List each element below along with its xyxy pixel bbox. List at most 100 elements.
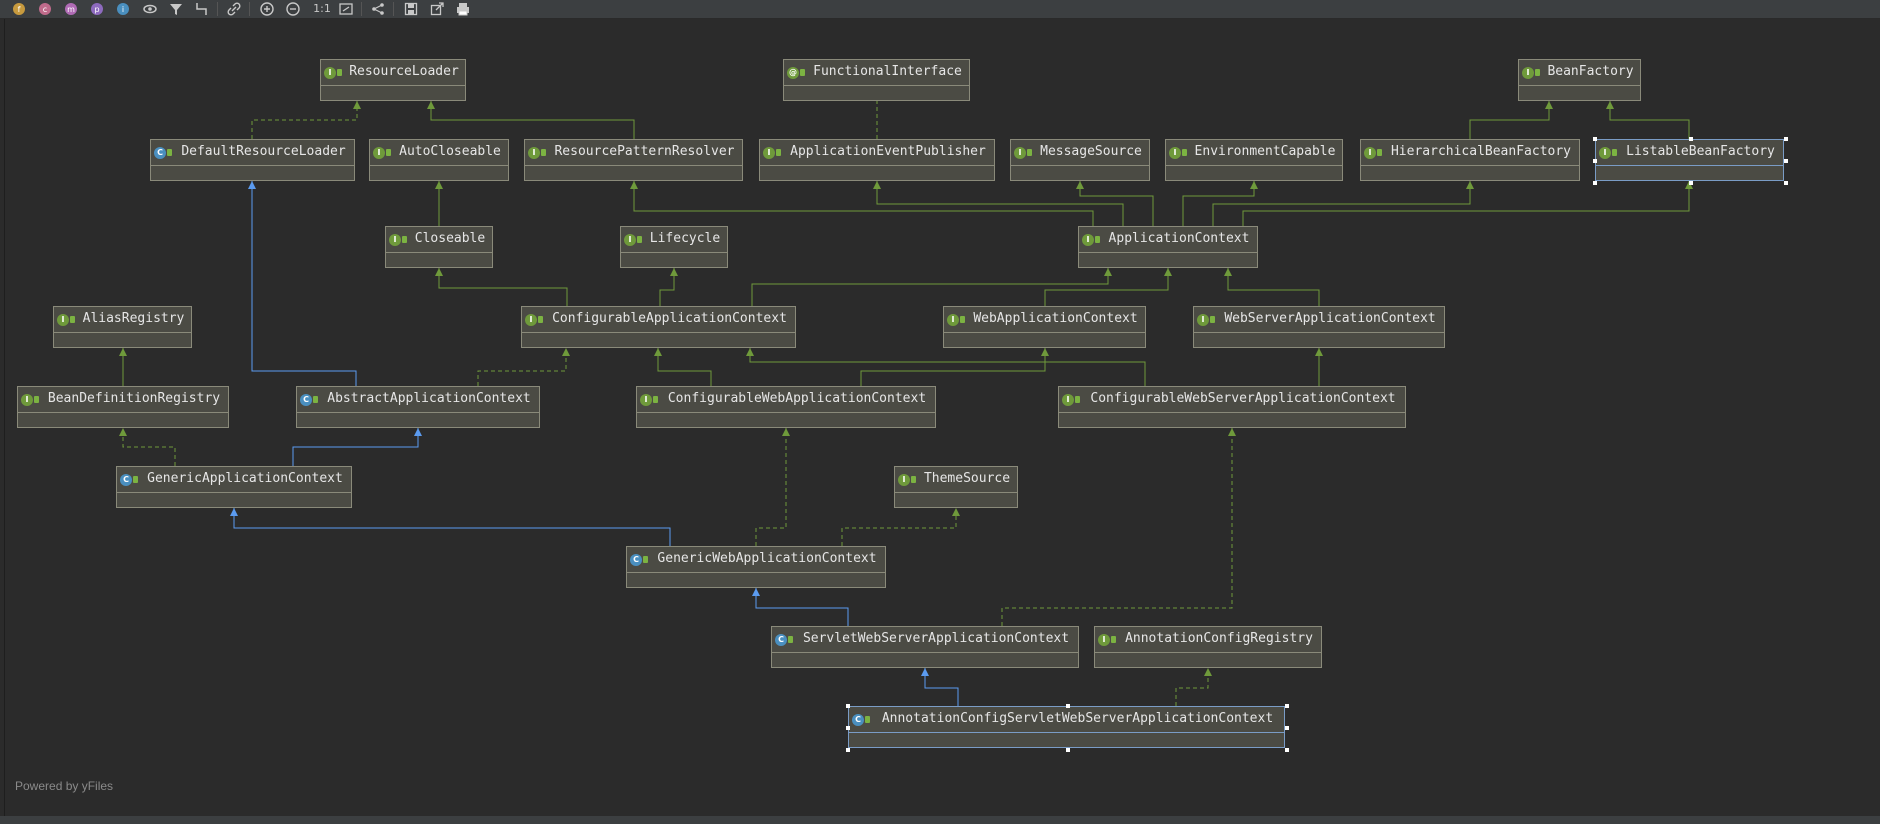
- node-default-resource-loader[interactable]: C DefaultResourceLoader: [150, 139, 355, 181]
- edge-extends[interactable]: [751, 268, 1109, 306]
- edge-extends[interactable]: [438, 268, 568, 306]
- selection-handle[interactable]: [1784, 159, 1788, 163]
- node-closeable[interactable]: I Closeable: [385, 226, 493, 268]
- node-listable-bean-factory[interactable]: I ListableBeanFactory: [1593, 137, 1788, 185]
- selection-handle[interactable]: [1065, 748, 1070, 752]
- edge-implements[interactable]: [251, 101, 358, 139]
- edge-extends[interactable]: [1469, 101, 1550, 139]
- node-label: ApplicationContext: [1108, 231, 1250, 246]
- node-resource-pattern-resolver[interactable]: I ResourcePatternResolver: [524, 139, 743, 181]
- edge-implements[interactable]: [477, 348, 567, 386]
- selection-handle[interactable]: [846, 726, 850, 730]
- selection-handle[interactable]: [1285, 726, 1289, 730]
- edge-arrowhead: [435, 268, 443, 276]
- edge-extends[interactable]: [1609, 101, 1690, 139]
- selection-handle[interactable]: [1285, 748, 1289, 752]
- node-lifecycle[interactable]: I Lifecycle: [620, 226, 728, 268]
- node-servlet-web-server-application-context[interactable]: C ServletWebServerApplicationContext: [771, 626, 1079, 668]
- selection-handle[interactable]: [1688, 181, 1693, 185]
- node-application-event-publisher[interactable]: I ApplicationEventPublisher: [759, 139, 995, 181]
- node-configurable-web-server-application-context[interactable]: I ConfigurableWebServerApplicationContext: [1058, 386, 1406, 428]
- edge-class-extends[interactable]: [755, 588, 849, 626]
- node-application-context[interactable]: I ApplicationContext: [1078, 226, 1258, 268]
- edge-arrowhead: [873, 181, 881, 189]
- node-alias-registry[interactable]: I AliasRegistry: [53, 306, 192, 348]
- edge-class-extends[interactable]: [251, 181, 357, 386]
- edge-arrowhead: [427, 101, 435, 109]
- edge-arrowhead: [353, 101, 361, 109]
- node-bean-factory[interactable]: I BeanFactory: [1518, 59, 1641, 101]
- edge-extends[interactable]: [860, 348, 1046, 386]
- node-abstract-application-context[interactable]: C AbstractApplicationContext: [296, 386, 540, 428]
- edge-implements[interactable]: [1175, 668, 1209, 706]
- node-label: ServletWebServerApplicationContext: [802, 631, 1070, 646]
- node-label: ListableBeanFactory: [1626, 144, 1775, 159]
- edge-extends[interactable]: [876, 181, 1124, 226]
- node-label: WebServerApplicationContext: [1224, 311, 1436, 326]
- edge-arrowhead: [1606, 101, 1614, 109]
- edge-class-extends[interactable]: [924, 668, 959, 706]
- node-label: ConfigurableWebServerApplicationContext: [1090, 391, 1396, 406]
- node-label: ConfigurableWebApplicationContext: [667, 391, 927, 406]
- selection-handle[interactable]: [1285, 704, 1289, 708]
- node-label: AbstractApplicationContext: [327, 391, 531, 406]
- edge-arrowhead: [752, 588, 760, 596]
- edge-arrowhead: [670, 268, 678, 276]
- selection-handle[interactable]: [846, 748, 850, 752]
- edge-extends[interactable]: [657, 348, 712, 386]
- edge-extends[interactable]: [430, 101, 635, 139]
- selection-handle[interactable]: [1593, 159, 1597, 163]
- node-message-source[interactable]: I MessageSource: [1010, 139, 1150, 181]
- edge-arrowhead: [1466, 181, 1474, 189]
- selection-handle[interactable]: [1688, 137, 1693, 141]
- powered-by-label: Powered by yFiles: [15, 779, 114, 793]
- edge-class-extends[interactable]: [233, 508, 671, 546]
- selection-handle[interactable]: [1784, 137, 1788, 141]
- horizontal-scrollbar[interactable]: [0, 816, 1880, 824]
- node-web-server-application-context[interactable]: I WebServerApplicationContext: [1193, 306, 1445, 348]
- node-web-application-context[interactable]: I WebApplicationContext: [943, 306, 1146, 348]
- node-label: HierarchicalBeanFactory: [1390, 144, 1571, 159]
- edge-implements[interactable]: [1001, 428, 1233, 626]
- edge-arrowhead: [1204, 668, 1212, 676]
- node-theme-source[interactable]: I ThemeSource: [894, 466, 1018, 508]
- edge-class-extends[interactable]: [292, 428, 419, 466]
- edge-arrowhead: [1104, 268, 1112, 276]
- node-label: MessageSource: [1040, 144, 1142, 159]
- edge-implements[interactable]: [755, 428, 787, 546]
- node-annotation-config-servlet-web-server-application-context[interactable]: C AnnotationConfigServletWebServerApplica…: [846, 704, 1289, 752]
- node-bean-definition-registry[interactable]: I BeanDefinitionRegistry: [17, 386, 229, 428]
- node-hierarchical-bean-factory[interactable]: I HierarchicalBeanFactory: [1360, 139, 1580, 181]
- selection-handle[interactable]: [1593, 181, 1597, 185]
- diagram-edges: [119, 101, 1693, 706]
- edge-implements[interactable]: [841, 508, 957, 546]
- node-label: AliasRegistry: [82, 311, 185, 326]
- node-configurable-web-application-context[interactable]: I ConfigurableWebApplicationContext: [636, 386, 936, 428]
- edge-arrowhead: [248, 181, 256, 189]
- edge-arrowhead: [1076, 181, 1084, 189]
- node-label: Closeable: [414, 231, 486, 246]
- edge-arrowhead: [1545, 101, 1553, 109]
- edge-extends[interactable]: [749, 348, 1146, 386]
- selection-handle[interactable]: [1065, 704, 1070, 708]
- selection-handle[interactable]: [1784, 181, 1788, 185]
- node-annotation-config-registry[interactable]: I AnnotationConfigRegistry: [1094, 626, 1322, 668]
- node-auto-closeable[interactable]: I AutoCloseable: [369, 139, 509, 181]
- edge-arrowhead: [654, 348, 662, 356]
- selection-handle[interactable]: [1593, 137, 1597, 141]
- node-functional-interface[interactable]: @ FunctionalInterface: [783, 59, 970, 101]
- selection-handle[interactable]: [846, 704, 850, 708]
- node-configurable-application-context[interactable]: I ConfigurableApplicationContext: [521, 306, 796, 348]
- node-resource-loader[interactable]: I ResourceLoader: [320, 59, 466, 101]
- node-environment-capable[interactable]: I EnvironmentCapable: [1165, 139, 1343, 181]
- node-generic-web-application-context[interactable]: C GenericWebApplicationContext: [626, 546, 886, 588]
- node-label: WebApplicationContext: [973, 311, 1138, 326]
- node-label: GenericWebApplicationContext: [657, 551, 877, 566]
- edge-arrowhead: [1315, 348, 1323, 356]
- node-generic-application-context[interactable]: C GenericApplicationContext: [116, 466, 352, 508]
- edge-extends[interactable]: [1227, 268, 1320, 306]
- edge-arrowhead: [435, 181, 443, 189]
- edge-implements[interactable]: [122, 428, 176, 466]
- edge-arrowhead: [230, 508, 238, 516]
- node-label: GenericApplicationContext: [147, 471, 343, 486]
